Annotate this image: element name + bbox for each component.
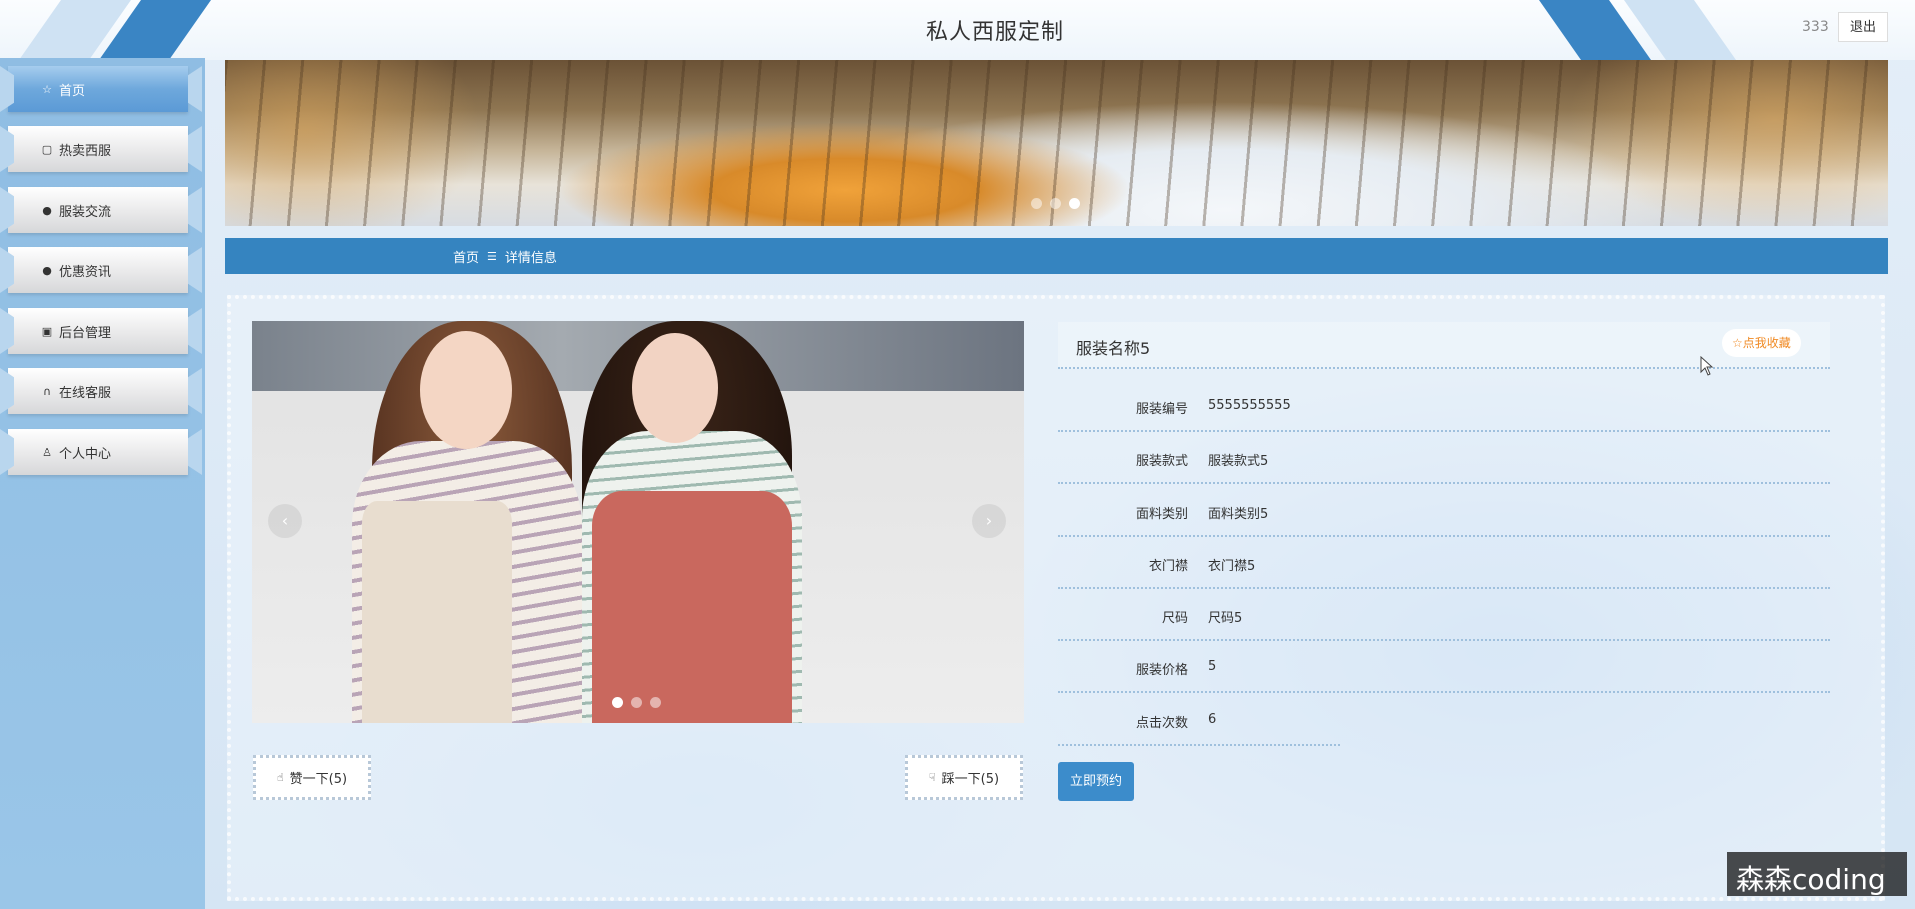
bag-icon: ▢: [41, 142, 53, 156]
briefcase-icon: ▣: [41, 324, 53, 338]
product-photo: [592, 491, 792, 723]
carousel-dot[interactable]: [650, 697, 661, 708]
field-label: 服装款式: [1135, 454, 1188, 469]
thumbs-up-icon: ☝: [276, 771, 284, 784]
mouse-cursor-icon: [1700, 356, 1714, 376]
field-row: 衣门襟 衣门襟5: [1058, 536, 1830, 589]
gallery-indicators: [612, 697, 661, 708]
field-row: 点击次数 6: [1058, 693, 1340, 746]
product-image-carousel[interactable]: ‹ ›: [252, 321, 1024, 723]
sidebar-item-label: 在线客服: [59, 385, 112, 401]
field-value: 面料类别5: [1208, 507, 1269, 522]
like-label: 赞一下(5): [289, 772, 348, 787]
menu-icon: ☰: [487, 249, 497, 263]
product-name: 服装名称5: [1076, 339, 1151, 358]
field-label: 服装价格: [1135, 663, 1188, 678]
field-label: 衣门襟: [1148, 559, 1188, 574]
field-label: 面料类别: [1135, 507, 1188, 522]
carousel-dot[interactable]: [1050, 198, 1061, 209]
carousel-dot[interactable]: [631, 697, 642, 708]
field-value: 5: [1208, 659, 1217, 674]
sidebar-item-support[interactable]: ∩ 在线客服: [8, 368, 188, 414]
chevron-left-icon[interactable]: ‹: [268, 504, 302, 538]
site-title: 私人西服定制: [925, 20, 1064, 45]
like-button[interactable]: ☝ 赞一下(5): [253, 755, 371, 800]
username-label[interactable]: 333: [1802, 19, 1829, 35]
breadcrumb: 首页 ☰ 详情信息: [225, 238, 1888, 274]
dislike-button[interactable]: ☟ 踩一下(5): [905, 755, 1023, 800]
sidebar-item-label: 首页: [59, 83, 86, 99]
field-label: 服装编号: [1135, 402, 1188, 417]
field-value: 5555555555: [1208, 398, 1291, 413]
sidebar-item-label: 服装交流: [59, 204, 112, 220]
dislike-label: 踩一下(5): [941, 772, 1000, 787]
favorite-button[interactable]: ☆点我收藏: [1722, 329, 1801, 357]
chevron-right-icon[interactable]: ›: [972, 504, 1006, 538]
sidebar-item-news[interactable]: ● 优惠资讯: [8, 247, 188, 293]
field-value: 尺码5: [1208, 611, 1243, 626]
sidebar-item-label: 个人中心: [59, 446, 112, 462]
product-photo: [632, 333, 718, 443]
banner-carousel[interactable]: [225, 60, 1888, 226]
sidebar-item-profile[interactable]: ♙ 个人中心: [8, 429, 188, 475]
sidebar-item-label: 后台管理: [59, 325, 112, 341]
sidebar-item-home[interactable]: ☆ 首页: [8, 66, 188, 112]
breadcrumb-home[interactable]: 首页: [453, 247, 479, 266]
product-photo: [420, 331, 512, 449]
field-row: 服装款式 服装款式5: [1058, 431, 1830, 484]
field-value: 服装款式5: [1208, 454, 1269, 469]
alert-icon: ●: [42, 203, 52, 217]
watermark-text: 森森coding: [1736, 863, 1886, 896]
sidebar-item-label: 优惠资讯: [59, 264, 112, 280]
home-icon: ☆: [42, 82, 52, 96]
field-label: 点击次数: [1135, 716, 1188, 731]
sidebar-item-forum[interactable]: ● 服装交流: [8, 187, 188, 233]
carousel-dot[interactable]: [1031, 198, 1042, 209]
thumbs-down-icon: ☟: [928, 771, 936, 784]
field-row: 尺码 尺码5: [1058, 588, 1830, 641]
detail-title-row: 服装名称5 ☆点我收藏: [1058, 322, 1830, 369]
field-value: 6: [1208, 712, 1217, 727]
field-label: 尺码: [1161, 611, 1188, 626]
carousel-dot-active[interactable]: [612, 697, 623, 708]
logout-button[interactable]: 退出: [1838, 12, 1888, 42]
field-row: 面料类别 面料类别5: [1058, 484, 1830, 537]
sidebar: [0, 58, 205, 909]
banner-indicators: [1031, 198, 1080, 209]
field-row: 服装编号 5555555555: [1058, 379, 1830, 432]
reserve-button[interactable]: 立即预约: [1058, 762, 1134, 801]
question-icon: ●: [42, 263, 52, 277]
sidebar-item-admin[interactable]: ▣ 后台管理: [8, 308, 188, 354]
field-value: 衣门襟5: [1208, 559, 1256, 574]
breadcrumb-current: 详情信息: [504, 250, 557, 266]
user-icon: ♙: [42, 445, 52, 459]
headset-icon: ∩: [42, 384, 52, 398]
sidebar-item-label: 热卖西服: [59, 143, 112, 159]
sidebar-item-hot-suits[interactable]: ▢ 热卖西服: [8, 126, 188, 172]
field-row: 服装价格 5: [1058, 640, 1830, 693]
product-photo: [362, 501, 512, 723]
carousel-dot-active[interactable]: [1069, 198, 1080, 209]
top-header: 私人西服定制 333 退出: [0, 0, 1915, 60]
